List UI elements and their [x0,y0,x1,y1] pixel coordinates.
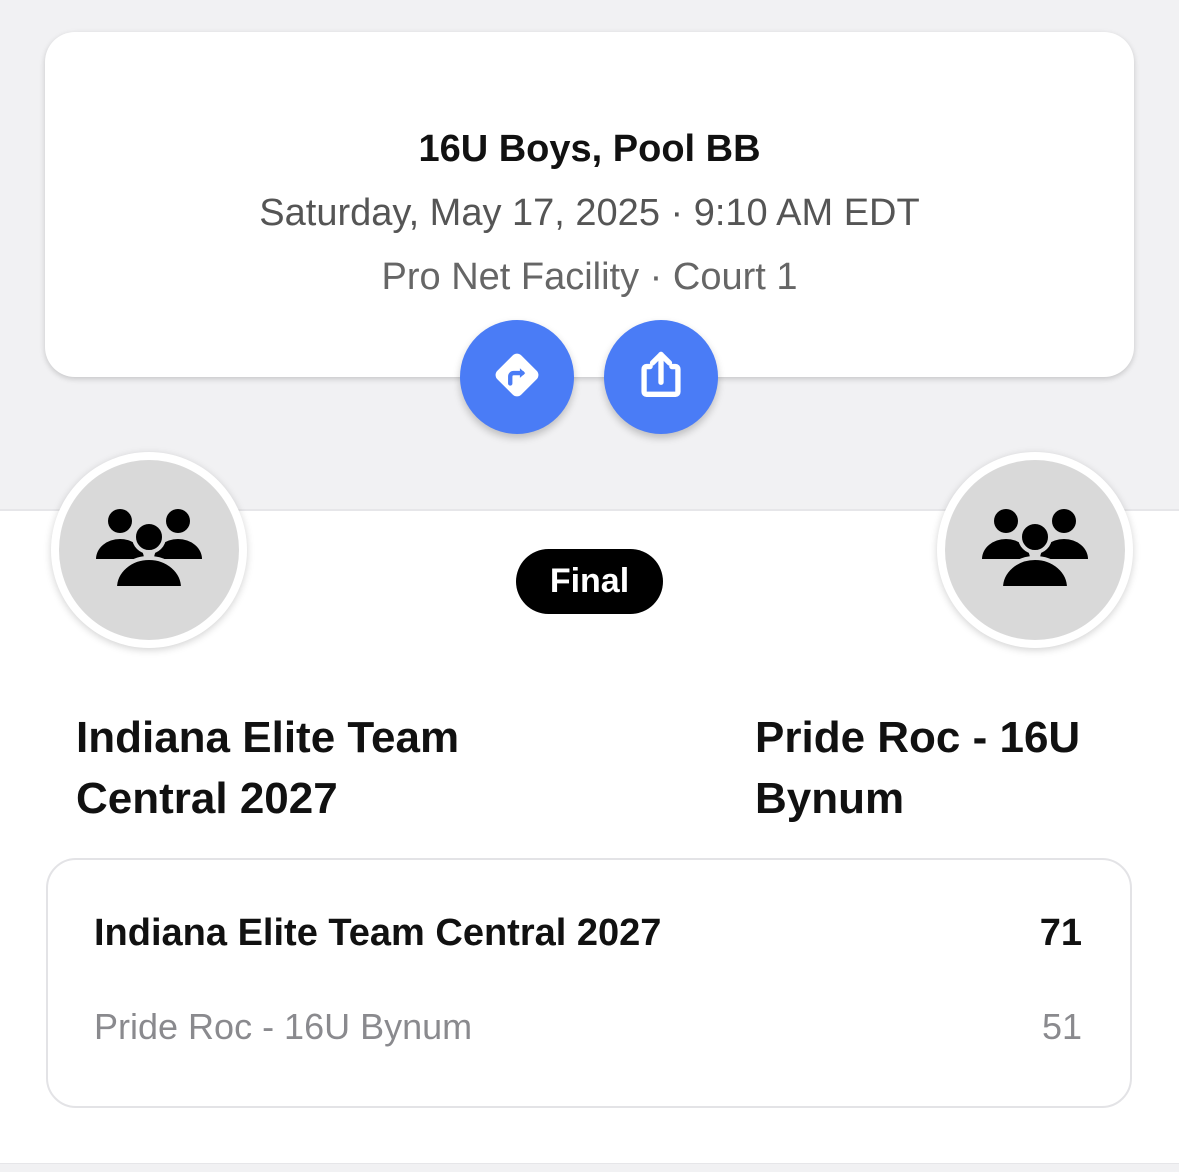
event-title: 16U Boys, Pool BB [418,128,761,170]
score-card: Indiana Elite Team Central 2027 71 Pride… [46,858,1132,1108]
directions-button[interactable] [460,320,574,434]
share-button[interactable] [604,320,718,434]
away-team-avatar[interactable] [937,452,1133,648]
away-team-name[interactable]: Pride Roc - 16U Bynum [755,707,1135,829]
home-team-avatar[interactable] [51,452,247,648]
team-group-icon [980,503,1090,598]
score-row: Indiana Elite Team Central 2027 71 [94,912,1082,955]
score-team-name: Pride Roc - 16U Bynum [94,1006,473,1047]
score-row: Pride Roc - 16U Bynum 51 [94,1006,1082,1048]
directions-icon [488,346,546,409]
share-icon [632,346,690,409]
home-team-name[interactable]: Indiana Elite Team Central 2027 [76,707,536,829]
score-team-name: Indiana Elite Team Central 2027 [94,912,662,954]
divider [0,1163,1179,1172]
score-value: 51 [1041,1006,1082,1047]
score-value: 71 [1039,912,1082,954]
game-status-badge: Final [516,549,663,614]
game-info-card: 16U Boys, Pool BB Saturday, May 17, 2025… [45,32,1134,377]
team-group-icon [94,503,204,598]
event-datetime: Saturday, May 17, 2025 · 9:10 AM EDT [259,192,920,234]
event-location: Pro Net Facility · Court 1 [381,256,798,298]
